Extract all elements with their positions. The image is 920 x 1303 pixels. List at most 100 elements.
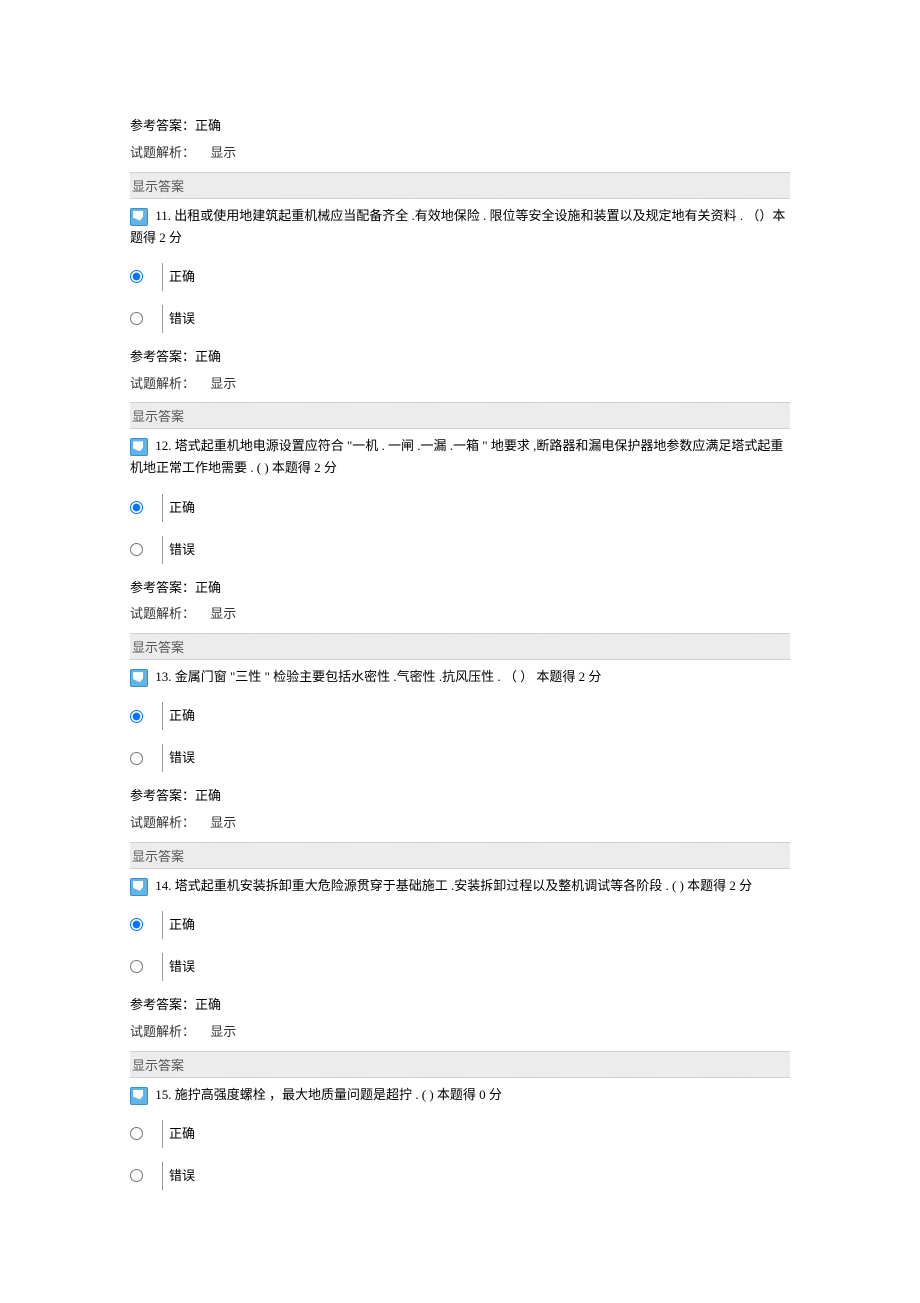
question-number: 14. <box>155 878 171 893</box>
ref-answer: 参考答案：正确 <box>130 786 790 807</box>
question-block: 15. 施拧高强度螺栓 ，最大地质量问题是超拧 . ( ) 本题得 0 分 正确… <box>130 1084 790 1190</box>
option-false-radio[interactable] <box>130 543 143 556</box>
analysis-row: 试题解析： 显示 <box>130 813 790 834</box>
analysis-show-link[interactable]: 显示 <box>210 145 236 160</box>
option-false-label: 错误 <box>169 536 195 564</box>
divider <box>162 911 163 939</box>
option-true-radio[interactable] <box>130 710 143 723</box>
option-false-radio[interactable] <box>130 312 143 325</box>
divider <box>162 536 163 564</box>
option-false-label: 错误 <box>169 744 195 772</box>
ref-answer-label: 参考答案： <box>130 788 195 803</box>
option-false-row: 错误 <box>130 305 790 333</box>
show-answer-bar[interactable]: 显示答案 <box>130 172 790 199</box>
question-block: 11. 出租或使用地建筑起重机械应当配备齐全 .有效地保险 . 限位等安全设施和… <box>130 205 790 430</box>
ref-answer-value: 正确 <box>195 349 221 364</box>
option-true-radio[interactable] <box>130 501 143 514</box>
question-number: 12. <box>155 438 171 453</box>
analysis-show-link[interactable]: 显示 <box>210 815 236 830</box>
question-text-row: 12. 塔式起重机地电源设置应符合 "一机 . 一闸 .一漏 .一箱 " 地要求… <box>130 435 790 479</box>
question-icon <box>130 878 148 896</box>
question-icon <box>130 208 148 226</box>
question-text: 塔式起重机安装拆卸重大危险源贯穿于基础施工 .安装拆卸过程以及整机调试等各阶段 … <box>172 878 753 893</box>
divider <box>162 1120 163 1148</box>
ref-answer-value: 正确 <box>195 580 221 595</box>
option-true-label: 正确 <box>169 702 195 730</box>
option-false-label: 错误 <box>169 1162 195 1190</box>
ref-answer: 参考答案：正确 <box>130 578 790 599</box>
analysis-row: 试题解析： 显示 <box>130 374 790 395</box>
ref-answer-label: 参考答案： <box>130 580 195 595</box>
question-block: 14. 塔式起重机安装拆卸重大危险源贯穿于基础施工 .安装拆卸过程以及整机调试等… <box>130 875 790 1078</box>
option-false-label: 错误 <box>169 305 195 333</box>
question-block: 12. 塔式起重机地电源设置应符合 "一机 . 一闸 .一漏 .一箱 " 地要求… <box>130 435 790 660</box>
divider <box>162 263 163 291</box>
option-true-row: 正确 <box>130 263 790 291</box>
option-false-radio[interactable] <box>130 1169 143 1182</box>
ref-answer-label: 参考答案： <box>130 118 195 133</box>
option-true-label: 正确 <box>169 911 195 939</box>
option-true-radio[interactable] <box>130 918 143 931</box>
option-false-radio[interactable] <box>130 752 143 765</box>
question-block: 13. 金属门窗 "三性 " 检验主要包括水密性 .气密性 .抗风压性 . （ … <box>130 666 790 869</box>
option-true-row: 正确 <box>130 1120 790 1148</box>
option-true-label: 正确 <box>169 1120 195 1148</box>
ref-answer: 参考答案：正确 <box>130 116 790 137</box>
question-text-row: 11. 出租或使用地建筑起重机械应当配备齐全 .有效地保险 . 限位等安全设施和… <box>130 205 790 249</box>
question-text: 金属门窗 "三性 " 检验主要包括水密性 .气密性 .抗风压性 . （ ） 本题… <box>172 669 602 684</box>
question-number: 13. <box>155 669 171 684</box>
ref-answer: 参考答案：正确 <box>130 995 790 1016</box>
divider <box>162 1162 163 1190</box>
analysis-label: 试题解析： <box>130 145 195 160</box>
question-icon <box>130 438 148 456</box>
analysis-row: 试题解析： 显示 <box>130 1022 790 1043</box>
option-false-row: 错误 <box>130 744 790 772</box>
divider <box>162 702 163 730</box>
show-answer-bar[interactable]: 显示答案 <box>130 1051 790 1078</box>
analysis-label: 试题解析： <box>130 815 195 830</box>
question-text-b: .有效地保险 . 限位等安全设施和装置以及规定地有关资料 <box>408 208 736 223</box>
option-false-row: 错误 <box>130 1162 790 1190</box>
option-true-radio[interactable] <box>130 270 143 283</box>
analysis-row: 试题解析： 显示 <box>130 143 790 164</box>
question-icon <box>130 1087 148 1105</box>
option-true-radio[interactable] <box>130 1127 143 1140</box>
option-true-label: 正确 <box>169 263 195 291</box>
analysis-label: 试题解析： <box>130 376 195 391</box>
option-false-label: 错误 <box>169 953 195 981</box>
option-false-row: 错误 <box>130 536 790 564</box>
ref-answer-label: 参考答案： <box>130 349 195 364</box>
question-text-row: 13. 金属门窗 "三性 " 检验主要包括水密性 .气密性 .抗风压性 . （ … <box>130 666 790 688</box>
show-answer-bar[interactable]: 显示答案 <box>130 633 790 660</box>
divider <box>162 744 163 772</box>
analysis-show-link[interactable]: 显示 <box>210 1024 236 1039</box>
divider <box>162 953 163 981</box>
question-text: 塔式起重机地电源设置应符合 "一机 . 一闸 .一漏 .一箱 " 地要求 ,断路… <box>130 438 783 475</box>
analysis-show-link[interactable]: 显示 <box>210 376 236 391</box>
divider <box>162 494 163 522</box>
analysis-show-link[interactable]: 显示 <box>210 606 236 621</box>
option-false-radio[interactable] <box>130 960 143 973</box>
show-answer-bar[interactable]: 显示答案 <box>130 842 790 869</box>
ref-answer-value: 正确 <box>195 118 221 133</box>
option-true-label: 正确 <box>169 494 195 522</box>
analysis-label: 试题解析： <box>130 606 195 621</box>
question-text: 施拧高强度螺栓 ，最大地质量问题是超拧 . ( ) 本题得 0 分 <box>172 1087 502 1102</box>
option-false-row: 错误 <box>130 953 790 981</box>
question-number: 15. <box>155 1087 171 1102</box>
show-answer-bar[interactable]: 显示答案 <box>130 402 790 429</box>
option-true-row: 正确 <box>130 702 790 730</box>
question-text-row: 14. 塔式起重机安装拆卸重大危险源贯穿于基础施工 .安装拆卸过程以及整机调试等… <box>130 875 790 897</box>
question-text-row: 15. 施拧高强度螺栓 ，最大地质量问题是超拧 . ( ) 本题得 0 分 <box>130 1084 790 1106</box>
analysis-label: 试题解析： <box>130 1024 195 1039</box>
option-true-row: 正确 <box>130 911 790 939</box>
question-text: 出租或使用地建筑起重机械应当配备齐全 <box>171 208 408 223</box>
option-true-row: 正确 <box>130 494 790 522</box>
ref-answer-label: 参考答案： <box>130 997 195 1012</box>
ref-answer: 参考答案：正确 <box>130 347 790 368</box>
divider <box>162 305 163 333</box>
analysis-row: 试题解析： 显示 <box>130 604 790 625</box>
ref-answer-value: 正确 <box>195 788 221 803</box>
ref-answer-value: 正确 <box>195 997 221 1012</box>
question-icon <box>130 669 148 687</box>
